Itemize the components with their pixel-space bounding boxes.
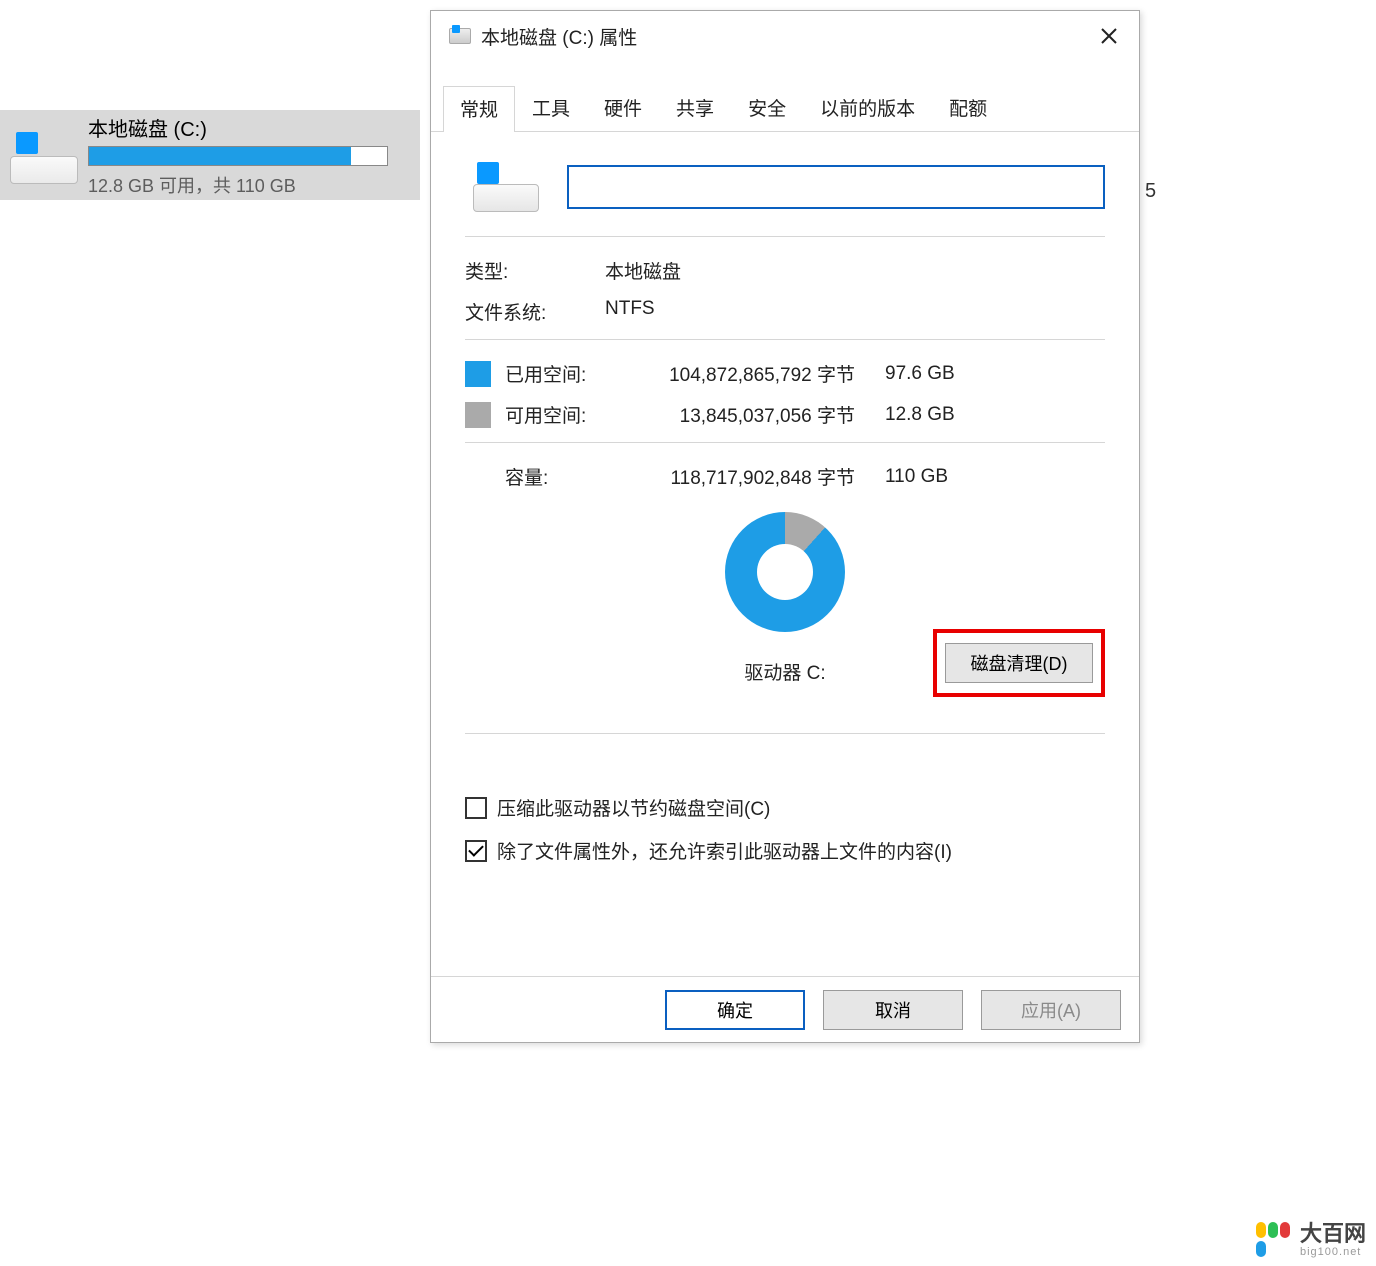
close-button[interactable] xyxy=(1089,16,1129,56)
disk-cleanup-button[interactable]: 磁盘清理(D) xyxy=(945,643,1093,683)
usage-donut xyxy=(725,512,845,632)
free-space-row: 可用空间: 13,845,037,056 字节 12.8 GB xyxy=(465,401,1105,428)
close-icon xyxy=(1099,26,1119,46)
tab-previous-versions[interactable]: 以前的版本 xyxy=(803,85,932,131)
watermark-logo-icon xyxy=(1256,1222,1292,1258)
titlebar-drive-icon xyxy=(449,28,471,44)
type-value: 本地磁盘 xyxy=(605,257,681,284)
tab-general[interactable]: 常规 xyxy=(443,86,515,132)
drive-status-text: 12.8 GB 可用，共 110 GB xyxy=(88,172,410,198)
usage-chart: 驱动器 C: 磁盘清理(D) xyxy=(465,512,1105,685)
type-label: 类型: xyxy=(465,257,605,284)
capacity-label: 容量: xyxy=(505,463,625,490)
used-space-row: 已用空间: 104,872,865,792 字节 97.6 GB xyxy=(465,360,1105,387)
apply-button[interactable]: 应用(A) xyxy=(981,990,1121,1030)
index-checkbox-row[interactable]: 除了文件属性外，还允许索引此驱动器上文件的内容(I) xyxy=(465,837,1105,864)
used-size: 97.6 GB xyxy=(885,363,985,385)
tab-quota[interactable]: 配额 xyxy=(932,85,1004,131)
drive-list-item[interactable]: 本地磁盘 (C:) 12.8 GB 可用，共 110 GB xyxy=(0,110,420,200)
used-label: 已用空间: xyxy=(505,360,625,387)
drive-info-block: 本地磁盘 (C:) 12.8 GB 可用，共 110 GB xyxy=(88,113,410,198)
compress-checkbox-row[interactable]: 压缩此驱动器以节约磁盘空间(C) xyxy=(465,794,1105,821)
used-bytes: 104,872,865,792 字节 xyxy=(625,360,885,387)
compress-checkbox-label: 压缩此驱动器以节约磁盘空间(C) xyxy=(497,794,770,821)
volume-label-input[interactable] xyxy=(567,165,1105,209)
capacity-bytes: 118,717,902,848 字节 xyxy=(625,463,885,490)
capacity-row: 容量: 118,717,902,848 字节 110 GB xyxy=(505,463,1105,490)
tab-hardware[interactable]: 硬件 xyxy=(587,85,659,131)
free-bytes: 13,845,037,056 字节 xyxy=(625,401,885,428)
used-swatch xyxy=(465,361,491,387)
titlebar: 本地磁盘 (C:) 属性 xyxy=(431,11,1139,61)
watermark-sub: big100.net xyxy=(1300,1246,1366,1258)
filesystem-label: 文件系统: xyxy=(465,298,605,325)
drive-caption: 驱动器 C: xyxy=(744,658,825,685)
drive-large-icon xyxy=(473,162,539,212)
free-swatch xyxy=(465,402,491,428)
tab-sharing[interactable]: 共享 xyxy=(659,85,731,131)
watermark: 大百网 big100.net xyxy=(1256,1222,1366,1258)
tabstrip: 常规 工具 硬件 共享 安全 以前的版本 配额 xyxy=(431,85,1139,132)
ok-button[interactable]: 确定 xyxy=(665,990,805,1030)
drive-icon xyxy=(10,126,78,184)
capacity-size: 110 GB xyxy=(885,466,985,488)
index-checkbox-label: 除了文件属性外，还允许索引此驱动器上文件的内容(I) xyxy=(497,837,952,864)
free-label: 可用空间: xyxy=(505,401,625,428)
watermark-name: 大百网 xyxy=(1300,1222,1366,1246)
properties-dialog: 本地磁盘 (C:) 属性 常规 工具 硬件 共享 安全 以前的版本 配额 类型:… xyxy=(430,10,1140,1043)
compress-checkbox[interactable] xyxy=(465,797,487,819)
tab-content-general: 类型: 本地磁盘 文件系统: NTFS 已用空间: 104,872,865,79… xyxy=(431,132,1139,976)
dialog-footer: 确定 取消 应用(A) xyxy=(431,976,1139,1042)
free-size: 12.8 GB xyxy=(885,404,985,426)
disk-cleanup-highlight: 磁盘清理(D) xyxy=(933,629,1105,697)
tab-tools[interactable]: 工具 xyxy=(515,85,587,131)
tab-security[interactable]: 安全 xyxy=(731,85,803,131)
cancel-button[interactable]: 取消 xyxy=(823,990,963,1030)
cutoff-char: 5 xyxy=(1145,180,1156,203)
index-checkbox[interactable] xyxy=(465,840,487,862)
drive-name: 本地磁盘 (C:) xyxy=(88,113,410,142)
dialog-title: 本地磁盘 (C:) 属性 xyxy=(481,23,637,50)
drive-usage-bar xyxy=(88,146,388,166)
filesystem-value: NTFS xyxy=(605,298,655,325)
